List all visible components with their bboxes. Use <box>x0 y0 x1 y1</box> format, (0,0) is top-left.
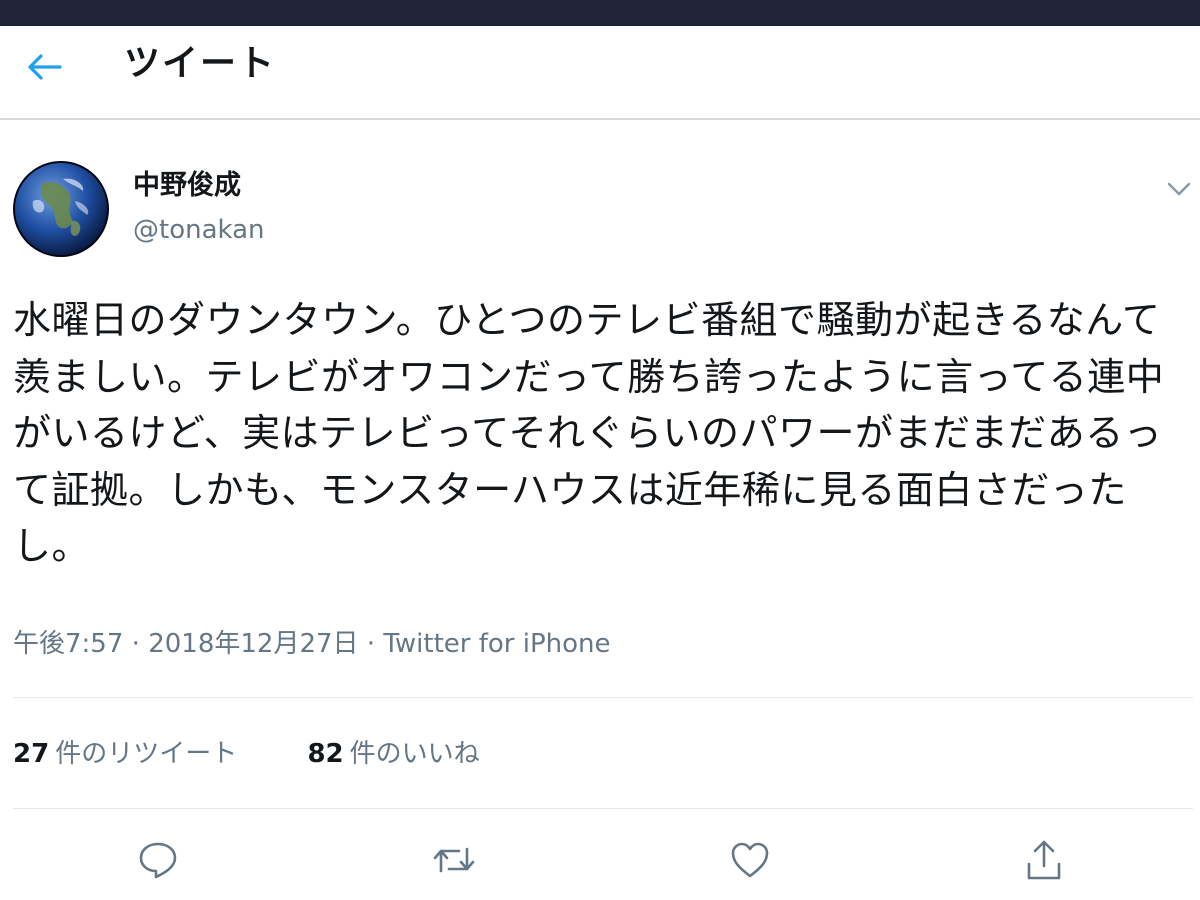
reply-bubble-icon <box>139 842 177 879</box>
share-icon <box>1027 840 1061 880</box>
tweet-date: 2018年12月27日 <box>148 629 359 659</box>
retweet-count-label: 件のリツイート <box>55 739 238 769</box>
divider <box>13 808 1193 809</box>
tweet-source-link[interactable]: Twitter for iPhone <box>383 629 610 659</box>
like-count: 82 <box>307 739 344 769</box>
top-header: ツイート <box>0 26 1200 120</box>
like-count-label: 件のいいね <box>349 739 480 769</box>
share-button[interactable] <box>1020 836 1068 884</box>
status-bar <box>0 0 1200 26</box>
earth-globe-avatar <box>13 161 109 257</box>
meta-separator: · <box>131 629 140 659</box>
back-button[interactable] <box>18 46 70 88</box>
tweet-stats: 27 件のリツイート 82 件のいいね <box>13 735 542 773</box>
retweet-icon <box>433 847 475 873</box>
heart-icon <box>731 842 769 878</box>
tweet-text: 水曜日のダウンタウン。ひとつのテレビ番組で騒動が起きるなんて羨ましい。テレビがオ… <box>13 298 1165 568</box>
retweet-button[interactable] <box>430 836 478 884</box>
more-options-button[interactable] <box>1162 172 1196 206</box>
like-button[interactable] <box>726 836 774 884</box>
divider <box>13 697 1193 698</box>
chevron-down-icon <box>1167 182 1191 196</box>
tweet-meta: 午後7:57 · 2018年12月27日 · Twitter for iPhon… <box>13 626 611 662</box>
like-count-link[interactable]: 82 件のいいね <box>307 735 479 773</box>
reply-button[interactable] <box>134 836 182 884</box>
retweet-count-link[interactable]: 27 件のリツイート <box>13 735 237 773</box>
page-title: ツイート <box>124 43 277 84</box>
arrow-left-icon <box>28 54 62 80</box>
author-name[interactable]: 中野俊成 <box>133 168 241 204</box>
retweet-count: 27 <box>13 739 50 769</box>
author-handle[interactable]: @tonakan <box>133 213 265 247</box>
tweet-time: 午後7:57 <box>13 629 124 659</box>
avatar[interactable] <box>13 161 109 257</box>
meta-separator: · <box>366 629 376 659</box>
